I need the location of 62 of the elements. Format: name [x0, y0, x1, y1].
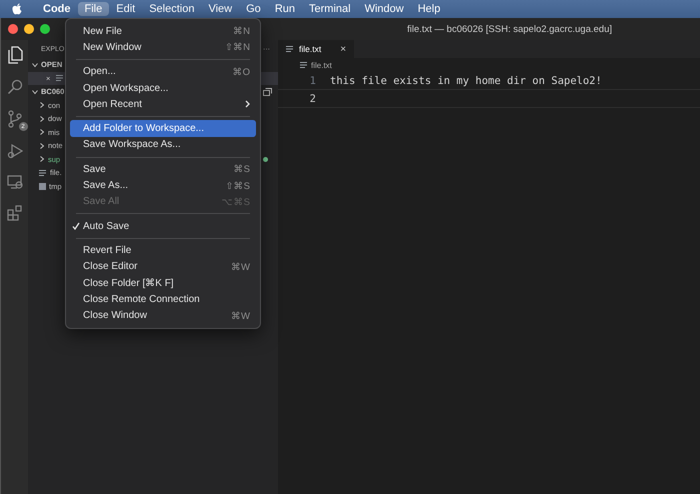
- menubar-item[interactable]: Edit: [109, 2, 142, 16]
- menu-item[interactable]: New Window ⇧⌘N: [70, 39, 256, 56]
- close-window-button[interactable]: [8, 24, 18, 34]
- shortcut-label: ⇧⌘S: [226, 180, 250, 192]
- menubar-item[interactable]: Window: [358, 2, 411, 16]
- shortcut-label: ⇧⌘N: [225, 41, 250, 54]
- menu-item[interactable]: Close Remote Connection: [70, 291, 256, 308]
- editor-tab[interactable]: file.txt ×: [278, 40, 354, 58]
- chevron-right-icon[interactable]: [39, 116, 45, 122]
- menu-item[interactable]: New File ⌘N: [70, 23, 256, 40]
- menubar-item[interactable]: Run: [268, 2, 302, 16]
- menu-item[interactable]: Save As... ⇧⌘S: [70, 177, 256, 194]
- chevron-right-icon[interactable]: [39, 142, 45, 149]
- menu-item[interactable]: Save Workspace As...: [70, 136, 256, 154]
- binary-file-icon: [39, 182, 46, 190]
- shortcut-label: ⌘S: [234, 163, 250, 176]
- chevron-down-icon[interactable]: [32, 88, 38, 95]
- window-title: file.txt — bc06026 [SSH: sapelo2.gacrc.uga.edu]: [407, 24, 612, 34]
- code-line: this file exists in my home dir on Sapelo2!: [330, 74, 602, 86]
- menubar-item[interactable]: Code: [36, 2, 78, 16]
- shortcut-label: ⌘W: [231, 310, 250, 322]
- menubar-item[interactable]: Help: [410, 2, 448, 16]
- menu-item[interactable]: Add Folder to Workspace...: [70, 120, 256, 137]
- shortcut-label: ⌘W: [231, 260, 250, 273]
- menu-item[interactable]: Close Folder [⌘K F]: [70, 274, 256, 292]
- line-number: 1: [308, 74, 317, 86]
- menu-item[interactable]: Auto Save: [70, 218, 256, 234]
- source-control-icon[interactable]: [6, 110, 22, 128]
- menubar-item[interactable]: View: [201, 2, 240, 16]
- file-icon: [286, 45, 294, 53]
- file-icon: [300, 61, 308, 69]
- menu-item[interactable]: Revert File: [70, 242, 256, 259]
- file-icon: [39, 168, 47, 177]
- menu-item[interactable]: Save ⌘S: [70, 161, 256, 178]
- menu-item[interactable]: Close Editor ⌘W: [70, 258, 256, 275]
- files-icon[interactable]: [6, 46, 22, 64]
- chevron-down-icon[interactable]: [32, 62, 38, 68]
- menu-item[interactable]: Open Workspace...: [70, 80, 256, 96]
- extensions-icon[interactable]: [6, 205, 22, 221]
- menu-item[interactable]: Close Window ⌘W: [70, 307, 256, 324]
- chevron-right-icon[interactable]: [39, 156, 45, 162]
- chevron-right-icon: [245, 100, 250, 108]
- collapse-all-icon[interactable]: [263, 88, 272, 96]
- remote-explorer-icon[interactable]: [6, 174, 22, 190]
- line-number: 2: [308, 92, 317, 104]
- minimize-window-button[interactable]: [24, 24, 34, 34]
- chevron-right-icon[interactable]: [39, 129, 45, 136]
- search-icon[interactable]: [6, 79, 22, 95]
- run-debug-icon[interactable]: [6, 143, 22, 159]
- shortcut-label: ⌘O: [232, 66, 250, 78]
- menubar-item[interactable]: Go: [239, 2, 268, 16]
- menu-item[interactable]: Open... ⌘O: [70, 64, 256, 80]
- apple-logo-icon[interactable]: [12, 3, 22, 15]
- menu-item[interactable]: Open Recent: [70, 96, 256, 112]
- zoom-window-button[interactable]: [40, 24, 50, 34]
- file-icon: [56, 74, 64, 82]
- menubar-item[interactable]: Selection: [142, 2, 202, 16]
- menubar-item[interactable]: Terminal: [302, 2, 358, 16]
- shortcut-label: ⌘N: [233, 25, 250, 38]
- chevron-right-icon[interactable]: [39, 102, 45, 108]
- status-dot: [263, 156, 268, 162]
- breadcrumb[interactable]: file.txt: [311, 60, 332, 70]
